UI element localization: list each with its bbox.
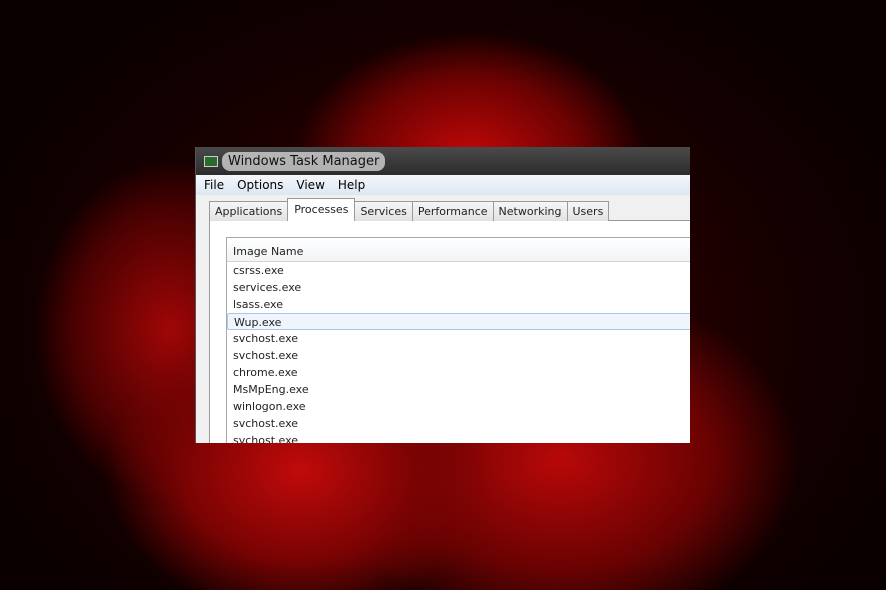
- tab-performance[interactable]: Performance: [411, 201, 494, 221]
- menu-view[interactable]: View: [296, 178, 324, 192]
- task-manager-icon: [204, 155, 218, 167]
- menu-options[interactable]: Options: [237, 178, 283, 192]
- column-image-name[interactable]: Image Name: [227, 238, 690, 262]
- process-row[interactable]: Wup.exe: [227, 313, 690, 330]
- process-row[interactable]: csrss.exe: [227, 262, 690, 279]
- process-row[interactable]: svchost.exe: [227, 347, 690, 364]
- process-row[interactable]: lsass.exe: [227, 296, 690, 313]
- processes-panel: Image Name csrss.exe services.exe lsass.ex…: [209, 220, 690, 443]
- process-row[interactable]: svchost.exe: [227, 432, 690, 443]
- menu-bar: File Options View Help: [196, 175, 690, 195]
- process-row[interactable]: services.exe: [227, 279, 690, 296]
- window-title: Windows Task Manager: [222, 151, 386, 171]
- title-bar[interactable]: Windows Task Manager: [196, 147, 690, 175]
- process-row[interactable]: chrome.exe: [227, 364, 690, 381]
- menu-file[interactable]: File: [204, 178, 224, 192]
- process-list: Image Name csrss.exe services.exe lsass.ex…: [226, 237, 690, 443]
- tab-networking[interactable]: Networking: [492, 201, 568, 221]
- tab-services[interactable]: Services: [354, 201, 413, 221]
- process-row[interactable]: winlogon.exe: [227, 398, 690, 415]
- process-row[interactable]: MsMpEng.exe: [227, 381, 690, 398]
- menu-help[interactable]: Help: [338, 178, 365, 192]
- task-manager-window: Windows Task Manager File Options View H…: [195, 147, 690, 443]
- tab-processes[interactable]: Processes: [287, 198, 356, 221]
- tab-applications[interactable]: Applications: [209, 201, 289, 221]
- tab-users[interactable]: Users: [566, 201, 610, 221]
- process-row[interactable]: svchost.exe: [227, 330, 690, 347]
- tab-bar: Applications Processes Services Performa…: [209, 198, 610, 221]
- process-row[interactable]: svchost.exe: [227, 415, 690, 432]
